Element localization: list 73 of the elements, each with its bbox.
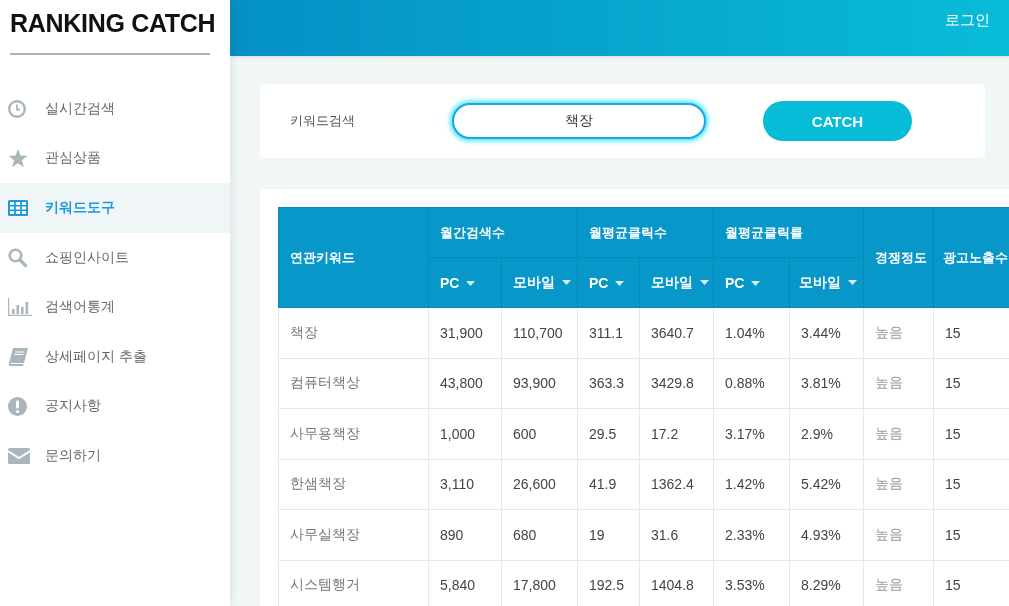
table-cell: 책장 <box>278 307 429 358</box>
search-icon <box>8 248 27 268</box>
table-cell: 19 <box>577 509 640 560</box>
table-cell: 3.44% <box>789 307 864 358</box>
table-cell: 600 <box>501 408 578 459</box>
catch-button[interactable]: CATCH <box>763 101 912 141</box>
search-field[interactable]: 책장 <box>452 103 706 139</box>
sort-header[interactable]: PC <box>713 257 790 308</box>
table-cell: 29.5 <box>577 408 640 459</box>
column-header: 광고노출수 <box>933 207 1009 308</box>
table-cell: 26,600 <box>501 459 578 510</box>
book-icon <box>8 347 28 366</box>
sidebar-item[interactable]: 쇼핑인사이트 <box>0 232 230 283</box>
column-header: 월평균클릭률 <box>713 207 864 258</box>
table-cell: 31.6 <box>639 509 714 560</box>
login-link[interactable]: 로그인 <box>945 10 990 30</box>
table-cell: 컴퓨터책상 <box>278 358 429 409</box>
sidebar-item[interactable]: 문의하기 <box>0 431 230 481</box>
table-cell: 사무실책장 <box>278 509 429 560</box>
table-cell: 3.81% <box>789 358 864 409</box>
table-cell: 높음 <box>863 509 934 560</box>
exclamation-icon <box>8 396 27 416</box>
table-cell: 93,900 <box>501 358 578 409</box>
column-header: 월평균클릭수 <box>577 207 714 258</box>
table-cell: 한샘책장 <box>278 459 429 510</box>
table-cell: 31,900 <box>428 307 502 358</box>
table-cell: 2.9% <box>789 408 864 459</box>
table-cell: 3.17% <box>713 408 790 459</box>
table-cell: 높음 <box>863 307 934 358</box>
bar-chart-icon <box>8 298 32 317</box>
sidebar-item[interactable]: 실시간검색 <box>0 84 230 134</box>
table-cell: 2.33% <box>713 509 790 560</box>
table-cell: 1,000 <box>428 408 502 459</box>
table-cell: 680 <box>501 509 578 560</box>
sidebar-item[interactable]: 관심상품 <box>0 133 230 184</box>
column-header: 월간검색수 <box>428 207 578 258</box>
sidebar-item[interactable]: 공지사항 <box>0 381 230 432</box>
table-cell: 높음 <box>863 408 934 459</box>
table-cell: 높음 <box>863 358 934 409</box>
table-cell: 4.93% <box>789 509 864 560</box>
table-cell: 41.9 <box>577 459 640 510</box>
sidebar-item[interactable]: 키워드도구 <box>0 183 230 233</box>
table-cell: 890 <box>428 509 502 560</box>
table-cell: 1.04% <box>713 307 790 358</box>
sidebar-item[interactable]: 검색어통계 <box>0 282 230 332</box>
table-cell: 3640.7 <box>639 307 714 358</box>
grid-icon <box>8 200 28 216</box>
column-header: 연관키워드 <box>278 207 429 308</box>
table-cell: 높음 <box>863 459 934 510</box>
table-cell: 43,800 <box>428 358 502 409</box>
sort-header[interactable]: 모바일 <box>789 257 864 308</box>
clock-icon <box>8 99 26 118</box>
table-cell: 3,110 <box>428 459 502 510</box>
envelope-icon <box>8 447 30 464</box>
sidebar-item[interactable]: 상세페이지 추출 <box>0 331 230 382</box>
table-cell: 0.88% <box>713 358 790 409</box>
table-cell: 5.42% <box>789 459 864 510</box>
search-label: 키워드검색 <box>290 112 356 130</box>
table-cell: 1362.4 <box>639 459 714 510</box>
table-cell: 사무용책장 <box>278 408 429 459</box>
sort-header[interactable]: 모바일 <box>639 257 714 308</box>
table-cell: 311.1 <box>577 307 640 358</box>
table-cell: 1.42% <box>713 459 790 510</box>
star-icon <box>8 148 28 168</box>
sort-header[interactable]: PC <box>577 257 640 308</box>
table-cell: 110,700 <box>501 307 578 358</box>
column-header: 경쟁정도 <box>863 207 934 308</box>
table-cell: 시스템행거 <box>278 560 429 606</box>
table-cell: 363.3 <box>577 358 640 409</box>
table-cell: 3429.8 <box>639 358 714 409</box>
sort-header[interactable]: PC <box>428 257 502 308</box>
table-cell: 17.2 <box>639 408 714 459</box>
sort-header[interactable]: 모바일 <box>501 257 578 308</box>
